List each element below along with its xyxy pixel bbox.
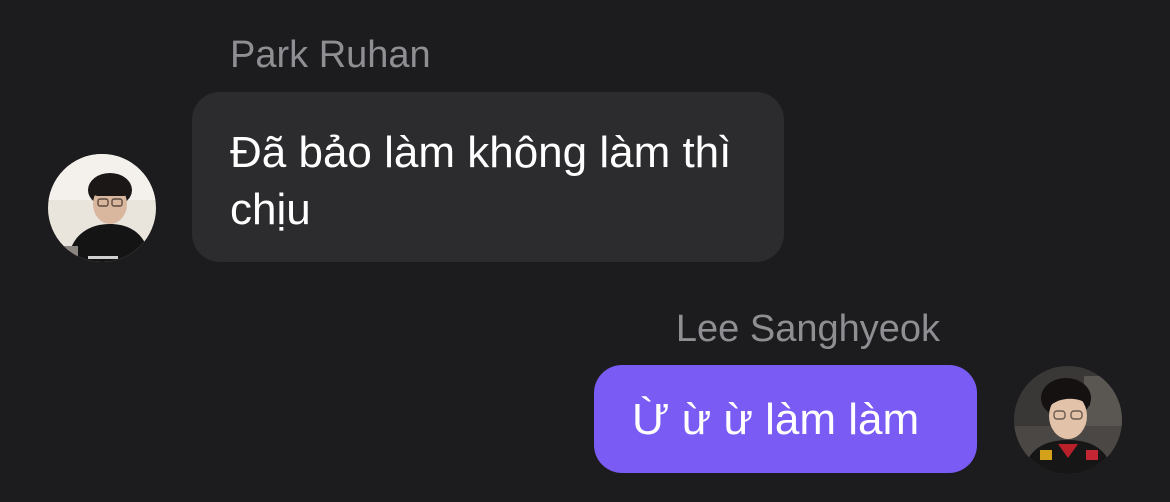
avatar-lee-sanghyeok[interactable] <box>1014 366 1122 474</box>
message-text: Đã bảo làm không làm thì chịu <box>230 128 732 234</box>
message-text: Ừ ừ ừ làm làm <box>632 395 920 444</box>
message-bubble-outgoing[interactable]: Ừ ừ ừ làm làm <box>594 365 977 473</box>
sender-name-park-ruhan: Park Ruhan <box>230 34 431 76</box>
message-bubble-incoming[interactable]: Đã bảo làm không làm thì chịu <box>192 92 784 262</box>
sender-name-lee-sanghyeok: Lee Sanghyeok <box>675 308 940 350</box>
avatar-park-ruhan[interactable] <box>48 154 156 262</box>
avatar-photo-icon <box>48 154 156 262</box>
avatar-photo-icon <box>1014 366 1122 474</box>
